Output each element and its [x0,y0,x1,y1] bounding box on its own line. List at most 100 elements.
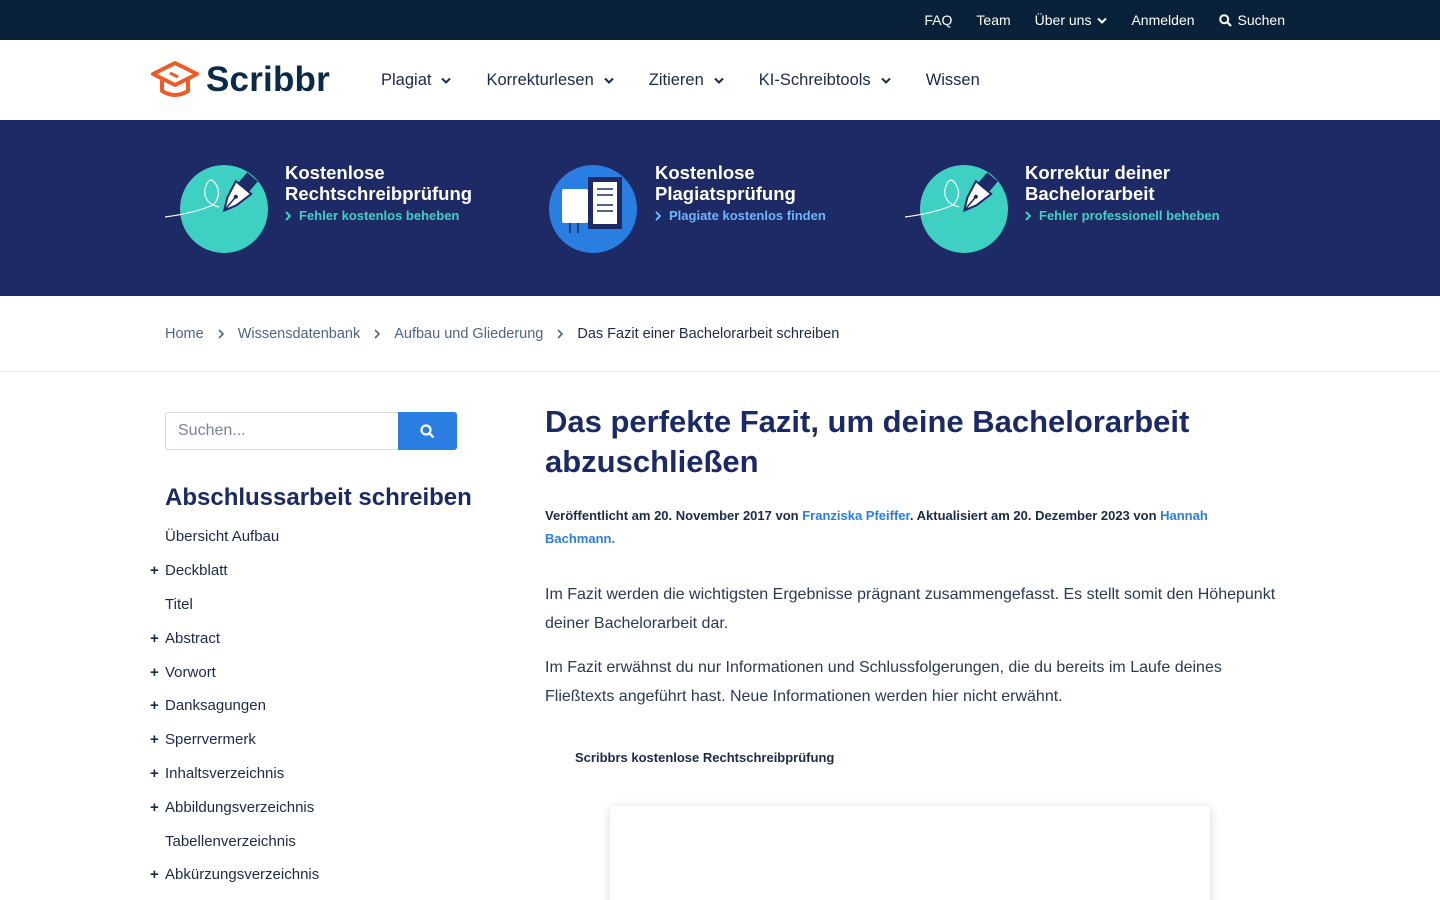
sidebar-title: Abschlussarbeit schreiben [165,484,472,511]
published-text: Veröffentlicht am 20. November 2017 von [545,508,803,523]
nav-ki-schreibtools[interactable]: KI-Schreibtools [759,71,891,90]
chevron-down-icon [1097,17,1108,24]
toc-item-tabellenverzeichnis[interactable]: Tabellenverzeichnis [150,824,490,858]
promo-link-label: Fehler professionell beheben [1039,208,1220,223]
utility-nav: FAQ Team Über uns Anmelden Suchen [924,0,1285,40]
main-nav: Plagiat Korrekturlesen Zitieren KI-Schre… [381,40,980,120]
chevron-right-icon [285,210,291,221]
logo-text: Scribbr [206,60,330,99]
toc-item-label: Sperrvermerk [165,731,256,749]
toc-item-inhaltsverzeichnis[interactable]: + Inhaltsverzeichnis [150,757,490,791]
about-label: Über uns [1034,12,1092,28]
breadcrumb-wissensdatenbank[interactable]: Wissensdatenbank [238,326,361,342]
chevron-right-icon [374,329,381,339]
promo-title: Kostenlose Rechtschreibprüfung [285,162,473,204]
toc-item-abbildungsverzeichnis[interactable]: + Abbildungsverzeichnis [150,790,490,824]
promo-link-label: Fehler kostenlos beheben [299,208,460,223]
chevron-down-icon [880,77,891,84]
chevron-right-icon [655,210,661,221]
nav-plagiat-label: Plagiat [381,70,432,89]
breadcrumb-current: Das Fazit einer Bachelorarbeit schreiben [577,326,840,342]
promo-card-spellcheck[interactable]: Kostenlose Rechtschreibprüfung Fehler ko… [165,120,495,296]
toc-item-sperrvermerk[interactable]: + Sperrvermerk [150,723,490,757]
plus-icon[interactable]: + [150,664,165,681]
chevron-down-icon [714,77,724,84]
toc-item-uebersicht[interactable]: Übersicht Aufbau [150,520,490,554]
document-compare-icon [549,165,637,253]
chevron-down-icon [604,77,614,84]
promo-link[interactable]: Plagiate kostenlos finden [655,208,826,223]
faq-link[interactable]: FAQ [924,12,952,28]
toc-item-label: Deckblatt [165,562,228,580]
article-meta: Veröffentlicht am 20. November 2017 von … [545,504,1280,550]
plus-icon[interactable]: + [150,697,165,714]
breadcrumb: Home Wissensdatenbank Aufbau und Glieder… [165,296,839,372]
plus-icon[interactable]: + [150,731,165,748]
toc-item-danksagungen[interactable]: + Danksagungen [150,689,490,723]
search-input[interactable] [165,412,398,450]
fountain-pen-icon [165,165,268,253]
promo-card-plagiarism[interactable]: Kostenlose Plagiatsprüfung Plagiate kost… [548,120,888,296]
promo-link-label: Plagiate kostenlos finden [669,208,826,223]
plus-icon[interactable]: + [150,562,165,579]
toc-item-label: Danksagungen [165,697,266,715]
toc-item-label: Tabellenverzeichnis [165,832,296,850]
nav-wissen[interactable]: Wissen [926,71,980,90]
breadcrumb-aufbau[interactable]: Aufbau und Gliederung [394,326,543,342]
nav-plagiat[interactable]: Plagiat [381,70,452,90]
plus-icon[interactable]: + [150,765,165,782]
spellcheck-tool-frame[interactable] [610,806,1210,900]
team-label: Team [976,12,1011,28]
search-button[interactable] [398,412,457,450]
tool-label: Scribbrs kostenlose Rechtschreibprüfung [575,750,835,765]
article-paragraph: Im Fazit werden die wichtigsten Ergebnis… [545,586,1276,632]
search-link[interactable]: Suchen [1218,12,1285,28]
updated-text: . Aktualisiert am 20. Dezember 2023 von [909,508,1161,523]
login-link[interactable]: Anmelden [1131,12,1194,28]
plus-icon[interactable]: + [150,866,165,883]
author-link[interactable]: Franziska Pfeiffer [802,508,910,523]
search-icon [420,423,435,438]
promo-title: Kostenlose Plagiatsprüfung [655,162,796,204]
chevron-right-icon [1025,210,1031,221]
article-paragraph: Im Fazit erwähnst du nur Informationen u… [545,659,1222,705]
toc-item-label: Abbildungsverzeichnis [165,798,315,816]
toc-item-vorwort[interactable]: + Vorwort [150,655,490,689]
chevron-down-icon [441,77,452,84]
article: Das perfekte Fazit, um deine Bachelorarb… [545,402,1280,711]
plus-icon[interactable]: + [150,630,165,647]
main-header: Scribbr Plagiat Korrekturlesen Zitieren … [0,40,1440,120]
scribbr-logo[interactable]: Scribbr [150,59,330,101]
top-utility-bar: FAQ Team Über uns Anmelden Suchen [0,0,1440,40]
toc-item-titel[interactable]: Titel [150,588,490,622]
nav-zitieren[interactable]: Zitieren [649,71,724,90]
toc-item-label: Übersicht Aufbau [165,528,280,546]
chevron-right-icon [557,329,564,339]
toc-item-label: Inhaltsverzeichnis [165,764,285,782]
toc-item-label: Abstract [165,629,221,647]
divider [0,371,1440,372]
search-label: Suchen [1237,12,1285,28]
faq-label: FAQ [924,12,953,28]
toc-item-abkuerzungsverzeichnis[interactable]: + Abkürzungsverzeichnis [150,858,490,892]
chevron-right-icon [218,329,224,339]
toc-item-abstract[interactable]: + Abstract [150,621,490,655]
promo-link[interactable]: Fehler professionell beheben [1025,208,1220,223]
search-icon [1218,13,1232,27]
nav-ki-schreibtools-label: KI-Schreibtools [758,70,871,89]
toc-item-label: Abkürzungsverzeichnis [165,866,320,884]
team-link[interactable]: Team [976,12,1010,28]
breadcrumb-home[interactable]: Home [165,326,204,342]
nav-korrekturlesen[interactable]: Korrekturlesen [486,70,614,90]
nav-wissen-label: Wissen [925,70,980,89]
toc-item-deckblatt[interactable]: + Deckblatt [150,554,490,588]
nav-zitieren-label: Zitieren [648,70,704,89]
promo-title: Korrektur deiner Bachelorarbeit [1025,162,1170,204]
nav-korrekturlesen-label: Korrekturlesen [486,70,594,89]
graduation-cap-icon [151,61,199,97]
promo-banner: Kostenlose Rechtschreibprüfung Fehler ko… [0,120,1440,296]
plus-icon[interactable]: + [150,799,165,816]
promo-link[interactable]: Fehler kostenlos beheben [285,208,459,223]
about-dropdown[interactable]: Über uns [1035,12,1108,28]
promo-card-proofreading[interactable]: Korrektur deiner Bachelorarbeit Fehler p… [905,120,1245,296]
